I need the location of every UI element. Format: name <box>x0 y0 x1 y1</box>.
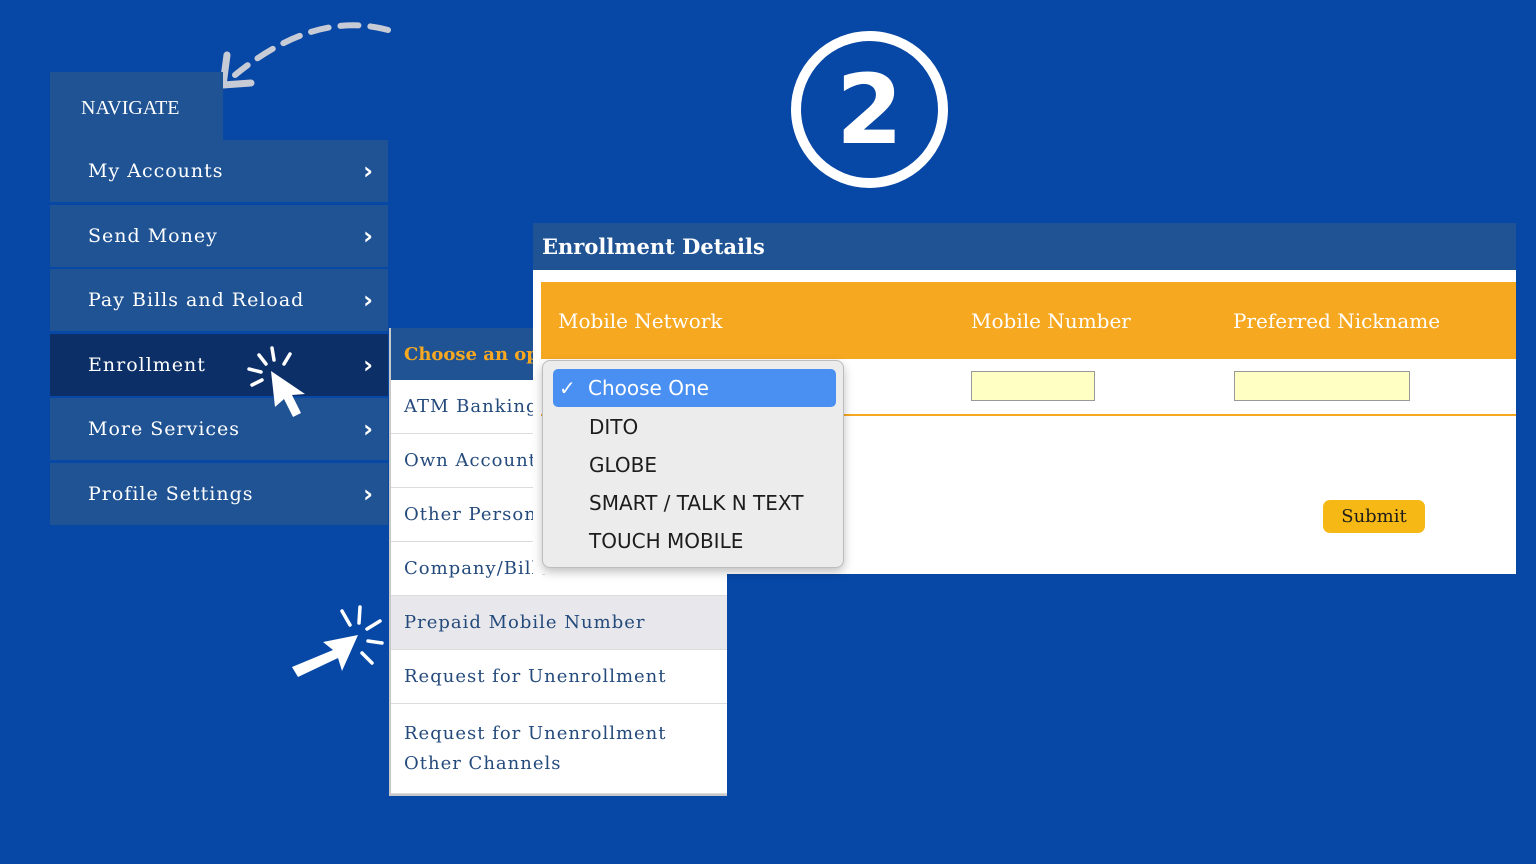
pointer-click-icon <box>247 346 305 417</box>
nav-title: NAVIGATE <box>50 72 223 144</box>
sidebar-item-pay-bills[interactable]: Pay Bills and Reload › <box>50 269 388 331</box>
sidebar-item-enrollment[interactable]: Enrollment › <box>50 333 388 396</box>
submenu-item-prepaid-mobile[interactable]: Prepaid Mobile Number <box>391 596 727 650</box>
chevron-right-icon: › <box>363 479 374 508</box>
sidebar-item-label: Enrollment <box>88 353 206 376</box>
sidebar-item-more-services[interactable]: More Services › <box>50 398 388 460</box>
sidebar-item-label: Profile Settings <box>88 482 254 505</box>
sidebar-item-label: Send Money <box>88 224 218 247</box>
panel-title: Enrollment Details <box>533 223 1516 270</box>
checkmark-icon: ✓ <box>559 376 576 400</box>
pointer-click-icon <box>292 605 384 677</box>
sidebar-item-label: More Services <box>88 418 241 440</box>
sidebar: My Accounts › Send Money › Pay Bills and… <box>50 140 388 527</box>
chevron-right-icon: › <box>363 350 374 379</box>
sidebar-item-label: My Accounts <box>88 160 224 182</box>
dropdown-option-label: Choose One <box>588 376 709 400</box>
mobile-number-input[interactable] <box>971 371 1095 401</box>
column-header-mobile-number: Mobile Number <box>971 309 1131 333</box>
submenu-item-unenrollment-other[interactable]: Request for Unenrollment Other Channels <box>391 704 727 794</box>
submenu-item-unenrollment[interactable]: Request for Unenrollment <box>391 650 727 704</box>
chevron-right-icon: › <box>363 221 374 250</box>
sidebar-item-send-money[interactable]: Send Money › <box>50 204 388 267</box>
chevron-right-icon: › <box>363 415 374 443</box>
dropdown-option-selected[interactable]: ✓ Choose One <box>553 369 836 407</box>
preferred-nickname-input[interactable] <box>1234 371 1410 401</box>
chevron-right-icon: › <box>363 286 374 314</box>
sidebar-item-profile-settings[interactable]: Profile Settings › <box>50 462 388 525</box>
column-header-preferred-nickname: Preferred Nickname <box>1233 309 1441 333</box>
dropdown-option-touch-mobile[interactable]: TOUCH MOBILE <box>589 523 743 559</box>
dashed-arrow-icon <box>219 22 391 89</box>
sidebar-item-my-accounts[interactable]: My Accounts › <box>50 140 388 202</box>
submit-button[interactable]: Submit <box>1323 500 1425 533</box>
chevron-right-icon: › <box>363 157 374 185</box>
step-number-badge: 2 <box>791 31 948 188</box>
dropdown-option-dito[interactable]: DITO <box>589 409 638 445</box>
sidebar-item-label: Pay Bills and Reload <box>88 289 305 311</box>
mobile-network-dropdown[interactable]: ✓ Choose One DITO GLOBE SMART / TALK N T… <box>542 360 844 568</box>
dropdown-option-smart[interactable]: SMART / TALK N TEXT <box>589 485 803 521</box>
column-header-mobile-network: Mobile Network <box>558 309 723 333</box>
table-header: Mobile Network Mobile Number Preferred N… <box>541 282 1516 359</box>
dropdown-option-globe[interactable]: GLOBE <box>589 447 657 483</box>
